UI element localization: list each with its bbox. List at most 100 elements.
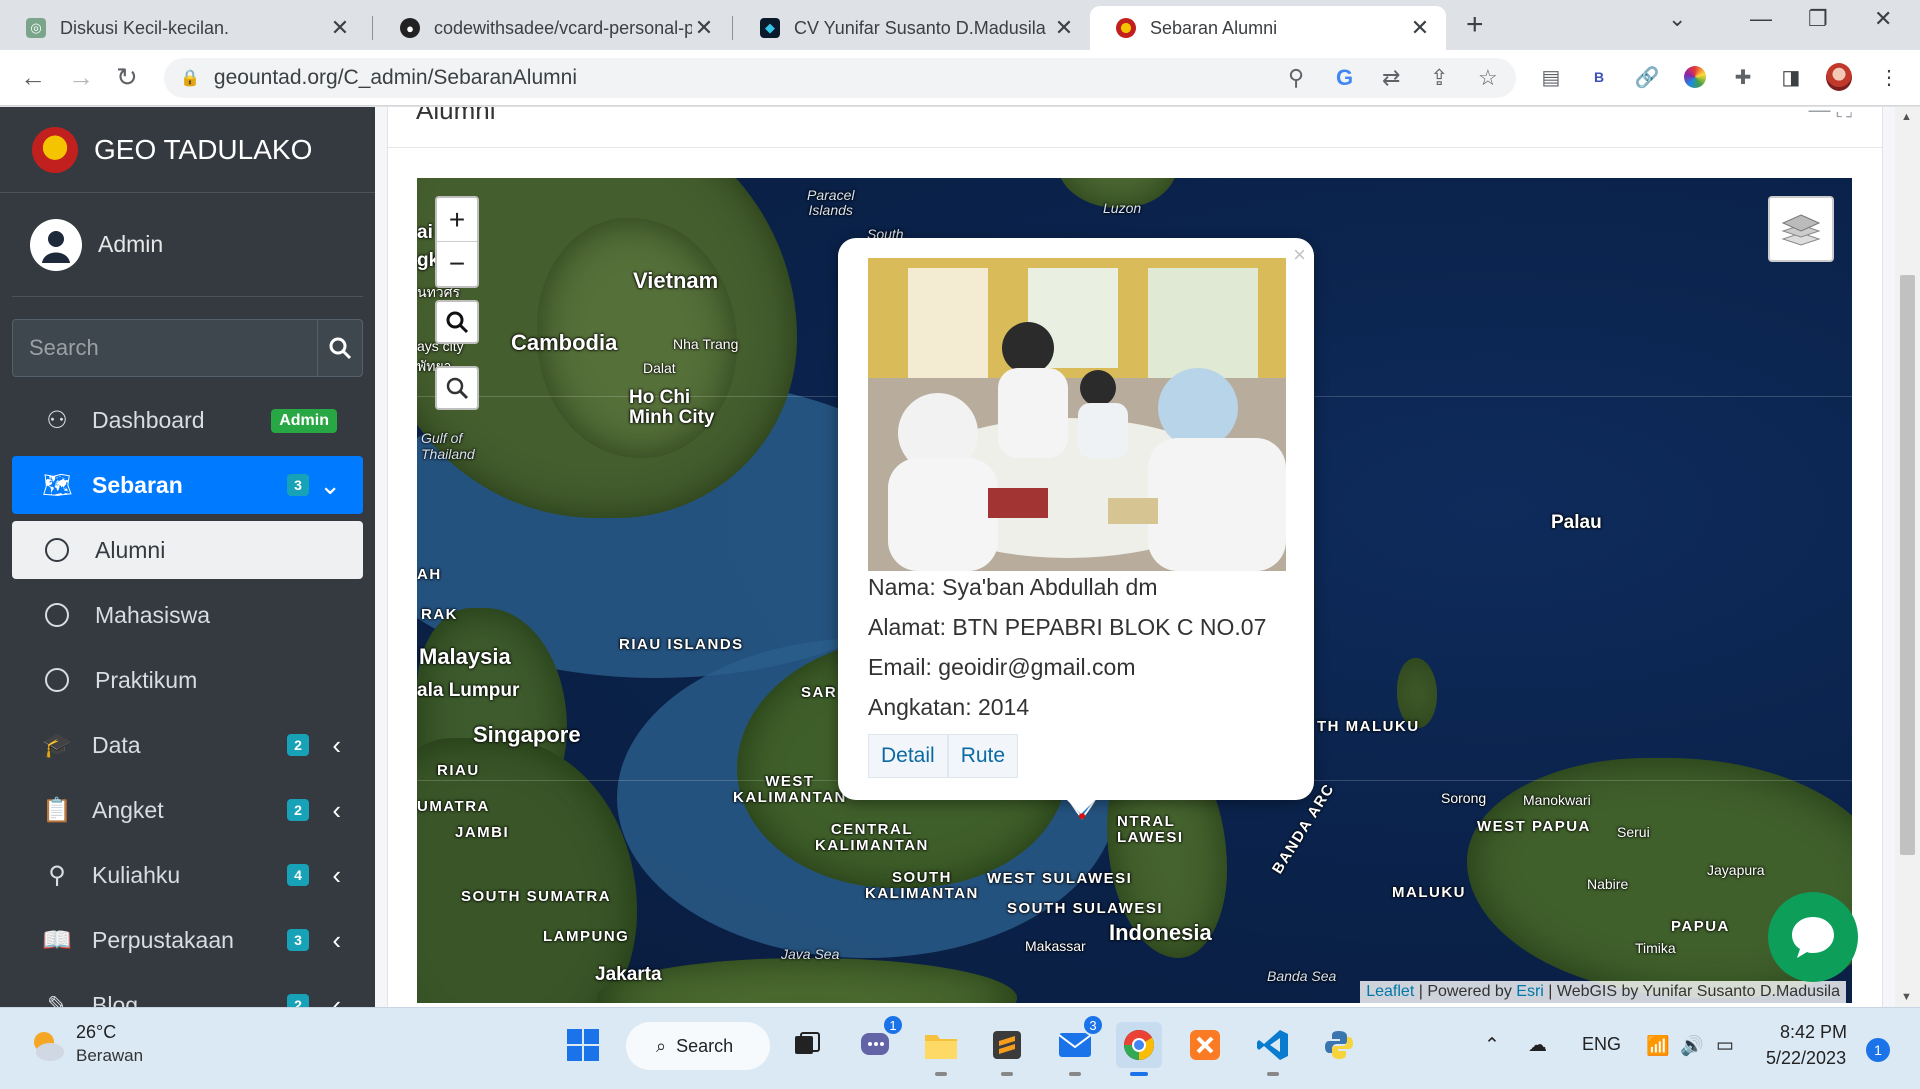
sidebar-item-kuliahku[interactable]: ⚲ Kuliahku 4 ‹ — [12, 846, 363, 904]
map-label: Palau — [1551, 512, 1602, 533]
notification-badge[interactable]: 1 — [1866, 1038, 1890, 1062]
layers-control[interactable] — [1768, 196, 1834, 262]
google-icon[interactable]: G — [1336, 65, 1353, 91]
sidebar-item-dashboard[interactable]: ⚇ Dashboard Admin — [12, 391, 363, 449]
reader-icon[interactable]: ▤ — [1538, 64, 1564, 90]
back-icon[interactable]: ← — [20, 62, 46, 93]
close-tab-icon[interactable]: ✕ — [1408, 15, 1432, 41]
chrome-icon[interactable] — [1116, 1022, 1162, 1076]
tab-search-icon[interactable]: ⌄ — [1668, 6, 1686, 32]
user-panel[interactable]: Admin — [12, 193, 363, 297]
minimize-icon[interactable]: — — [1750, 6, 1772, 32]
tab-sebaran-alumni[interactable]: Sebaran Alumni ✕ — [1090, 6, 1446, 50]
extensions-puzzle-icon[interactable]: ✚ — [1730, 64, 1756, 90]
leaflet-link[interactable]: Leaflet — [1366, 983, 1414, 1000]
taskbar-search[interactable]: ⌕ Search — [626, 1022, 770, 1070]
address-bar[interactable]: 🔒 geountad.org/C_admin/SebaranAlumni — [164, 58, 1516, 98]
close-tab-icon[interactable]: ✕ — [692, 15, 716, 41]
reload-icon[interactable]: ↻ — [116, 62, 138, 93]
popup-close-button[interactable]: × — [1293, 242, 1306, 268]
count-badge: 2 — [287, 994, 309, 1007]
card-tools-icons[interactable]: — ⛶ — [1808, 107, 1852, 123]
reader-person-icon: 📖 — [42, 926, 72, 954]
tray-overflow-icon[interactable]: ⌃ — [1484, 1034, 1500, 1057]
tab-github[interactable]: ● codewithsadee/vcard-personal-p ✕ — [374, 6, 730, 50]
taskbar-clock-time[interactable]: 8:42 PM — [1780, 1022, 1847, 1043]
bookmark-star-icon[interactable]: ☆ — [1478, 65, 1498, 91]
popup-tip — [1065, 798, 1097, 814]
sidebar-item-data[interactable]: 🎓 Data 2 ‹ — [12, 716, 363, 774]
zoom-out-button[interactable]: − — [437, 242, 477, 286]
geo-tadulako-logo — [32, 126, 78, 173]
xampp-icon[interactable] — [1182, 1022, 1228, 1068]
tab-diskusi[interactable]: ◎ Diskusi Kecil-kecilan. ✕ — [0, 6, 366, 50]
count-badge: 2 — [287, 799, 309, 821]
sidebar-item-alumni[interactable]: Alumni — [12, 521, 363, 579]
side-panel-icon[interactable]: ◨ — [1778, 64, 1804, 90]
weather-cloud-icon[interactable] — [30, 1028, 64, 1062]
task-view-icon[interactable] — [784, 1022, 830, 1068]
brand-link[interactable]: GEO TADULAKO — [0, 107, 375, 193]
map-label: Serui — [1617, 824, 1650, 840]
share-icon[interactable]: ⇪ — [1430, 65, 1448, 91]
sidebar-item-perpustakaan[interactable]: 📖 Perpustakaan 3 ‹ — [12, 911, 363, 969]
tab-cv[interactable]: ◆ CV Yunifar Susanto D.Madusila ✕ — [734, 6, 1090, 50]
color-extension-icon[interactable] — [1682, 64, 1708, 90]
volume-icon[interactable]: 🔊 — [1680, 1034, 1704, 1058]
map-label: Jayapura — [1707, 862, 1765, 878]
map-marked-icon: 🗺 — [42, 471, 73, 499]
new-tab-button[interactable]: + — [1466, 8, 1484, 42]
sublime-text-icon[interactable] — [984, 1022, 1030, 1076]
forward-icon[interactable]: → — [68, 62, 94, 93]
detail-button[interactable]: Detail — [868, 734, 948, 778]
restore-icon[interactable]: ❐ — [1808, 6, 1828, 32]
sidebar-search-button[interactable] — [317, 320, 362, 376]
link-extension-icon[interactable]: 🔗 — [1634, 64, 1660, 90]
teacher-icon: ⚲ — [48, 861, 66, 889]
python-icon[interactable] — [1316, 1022, 1362, 1068]
clipboard-icon: 📋 — [42, 796, 72, 824]
map-label: CENTRAL KALIMANTAN — [815, 821, 929, 854]
taskbar-clock-date[interactable]: 5/22/2023 — [1766, 1048, 1846, 1069]
teams-chat-icon[interactable]: 1 — [852, 1014, 904, 1068]
extension-b-icon[interactable]: B — [1586, 64, 1612, 90]
map-geocoder-button[interactable] — [435, 366, 479, 410]
mail-icon[interactable]: 3 — [1052, 1014, 1104, 1076]
chat-widget-button[interactable] — [1768, 892, 1858, 982]
location-icon[interactable]: ⚲ — [1288, 65, 1304, 91]
card-title: Alumni — [416, 107, 496, 125]
route-button[interactable]: Rute — [947, 734, 1019, 778]
start-button[interactable] — [560, 1022, 606, 1068]
sidebar-item-mahasiswa[interactable]: Mahasiswa — [12, 586, 363, 644]
battery-icon[interactable]: ▭ — [1716, 1034, 1734, 1057]
sidebar-item-angket[interactable]: 📋 Angket 2 ‹ — [12, 781, 363, 839]
chevron-left-icon: ‹ — [332, 860, 341, 890]
wifi-icon[interactable]: 📶 — [1646, 1034, 1670, 1058]
count-badge: 3 — [287, 474, 309, 496]
zoom-in-button[interactable]: + — [437, 198, 477, 242]
chevron-left-icon: ‹ — [332, 925, 341, 955]
map-label: SOUTH SUMATRA — [461, 888, 612, 905]
sidebar-item-blog[interactable]: ✎ Blog 2 ‹ — [12, 976, 363, 1007]
page-scrollbar[interactable]: ▲ ▼ — [1895, 107, 1920, 1007]
map-label: Sorong — [1441, 790, 1487, 806]
profile-avatar[interactable] — [1826, 63, 1852, 91]
esri-link[interactable]: Esri — [1516, 983, 1544, 1000]
close-tab-icon[interactable]: ✕ — [328, 15, 352, 41]
alumni-popup: × Nama: Sya'ban Abdullah dm Alamat: BTN … — [838, 238, 1314, 814]
sidebar-item-praktikum[interactable]: Praktikum — [12, 651, 363, 709]
layers-icon — [1781, 214, 1821, 246]
onedrive-cloud-icon[interactable]: ☁ — [1528, 1034, 1547, 1057]
sidebar-item-sebaran[interactable]: 🗺 Sebaran 3 ⌄ — [12, 456, 363, 514]
scrollbar-thumb[interactable] — [1900, 275, 1915, 855]
translate-icon[interactable]: ⇄ — [1382, 65, 1400, 91]
sidebar-search-input[interactable] — [13, 320, 317, 376]
close-tab-icon[interactable]: ✕ — [1052, 15, 1076, 41]
map-label: UMATRA — [417, 798, 490, 815]
close-window-icon[interactable]: ✕ — [1874, 6, 1892, 32]
file-explorer-icon[interactable] — [918, 1022, 964, 1076]
map-search-button[interactable] — [435, 300, 479, 344]
browser-menu-icon[interactable]: ⋮ — [1876, 64, 1902, 90]
vscode-icon[interactable] — [1250, 1022, 1296, 1076]
language-indicator[interactable]: ENG — [1582, 1034, 1621, 1055]
